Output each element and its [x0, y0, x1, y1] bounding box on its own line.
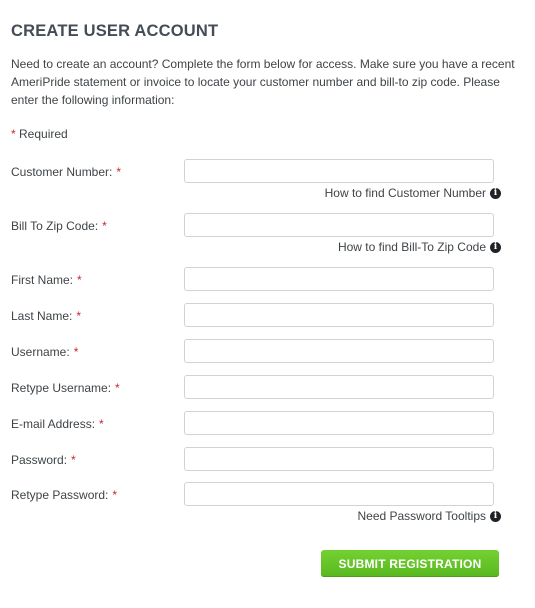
bill-to-zip-label-text: Bill To Zip Code:	[11, 219, 99, 233]
customer-number-input[interactable]	[184, 159, 494, 183]
retype-password-row: Retype Password: *	[11, 482, 501, 508]
username-label: Username: *	[11, 345, 78, 359]
required-star: *	[73, 345, 79, 359]
customer-number-row: Customer Number: *	[11, 159, 501, 185]
retype-password-input[interactable]	[184, 482, 494, 506]
required-star: *	[99, 417, 104, 431]
email-input[interactable]	[184, 411, 494, 435]
help-link-password-tooltips-text: Need Password Tooltips	[357, 509, 486, 523]
email-label: E-mail Address: *	[11, 417, 104, 431]
info-icon: i	[490, 510, 501, 522]
retype-password-label-text: Retype Password:	[11, 488, 109, 502]
help-link-bill-to-zip[interactable]: How to find Bill-To Zip Code i	[338, 239, 501, 255]
retype-password-label: Retype Password: *	[11, 488, 117, 502]
first-name-input[interactable]	[184, 267, 494, 291]
required-star: *	[116, 165, 122, 179]
first-name-row: First Name: *	[11, 267, 501, 293]
required-star: *	[102, 219, 107, 233]
info-icon: i	[490, 241, 501, 253]
info-icon: i	[490, 187, 501, 199]
bill-to-zip-input[interactable]	[184, 213, 494, 237]
email-label-text: E-mail Address:	[11, 417, 96, 431]
customer-number-label: Customer Number: *	[11, 165, 121, 179]
first-name-label: First Name: *	[11, 273, 82, 287]
required-star: *	[76, 309, 82, 323]
last-name-label: Last Name: *	[11, 309, 81, 323]
retype-username-input[interactable]	[184, 375, 494, 399]
password-input[interactable]	[184, 447, 494, 471]
password-label: Password: *	[11, 453, 76, 467]
help-link-password-tooltips[interactable]: Need Password Tooltips i	[357, 508, 501, 524]
help-link-customer-number[interactable]: How to find Customer Number i	[325, 185, 501, 201]
first-name-label-text: First Name:	[11, 273, 74, 287]
username-input[interactable]	[184, 339, 494, 363]
customer-number-label-text: Customer Number:	[11, 165, 113, 179]
retype-username-row: Retype Username: *	[11, 375, 501, 401]
required-star: *	[11, 127, 16, 141]
submit-registration-button[interactable]: SUBMIT REGISTRATION	[321, 550, 499, 577]
retype-username-label-text: Retype Username:	[11, 381, 112, 395]
last-name-row: Last Name: *	[11, 303, 501, 329]
intro-text: Need to create an account? Complete the …	[11, 57, 515, 107]
password-label-text: Password:	[11, 453, 68, 467]
email-row: E-mail Address: *	[11, 411, 501, 437]
required-star: *	[71, 453, 76, 467]
help-link-customer-number-text: How to find Customer Number	[324, 186, 486, 200]
help-link-bill-to-zip-text: How to find Bill-To Zip Code	[337, 240, 486, 254]
required-star: *	[77, 273, 82, 287]
username-row: Username: *	[11, 339, 501, 365]
bill-to-zip-label: Bill To Zip Code: *	[11, 219, 107, 233]
last-name-input[interactable]	[184, 303, 494, 327]
required-note-text: Required	[19, 127, 68, 141]
required-note: * Required	[11, 127, 68, 141]
bill-to-zip-row: Bill To Zip Code: *	[11, 213, 501, 239]
required-star: *	[112, 488, 118, 502]
password-row: Password: *	[11, 447, 501, 473]
required-star: *	[115, 381, 120, 395]
page-title: CREATE USER ACCOUNT	[11, 22, 219, 40]
retype-username-label: Retype Username: *	[11, 381, 120, 395]
last-name-label-text: Last Name:	[11, 309, 73, 323]
username-label-text: Username:	[11, 345, 70, 359]
